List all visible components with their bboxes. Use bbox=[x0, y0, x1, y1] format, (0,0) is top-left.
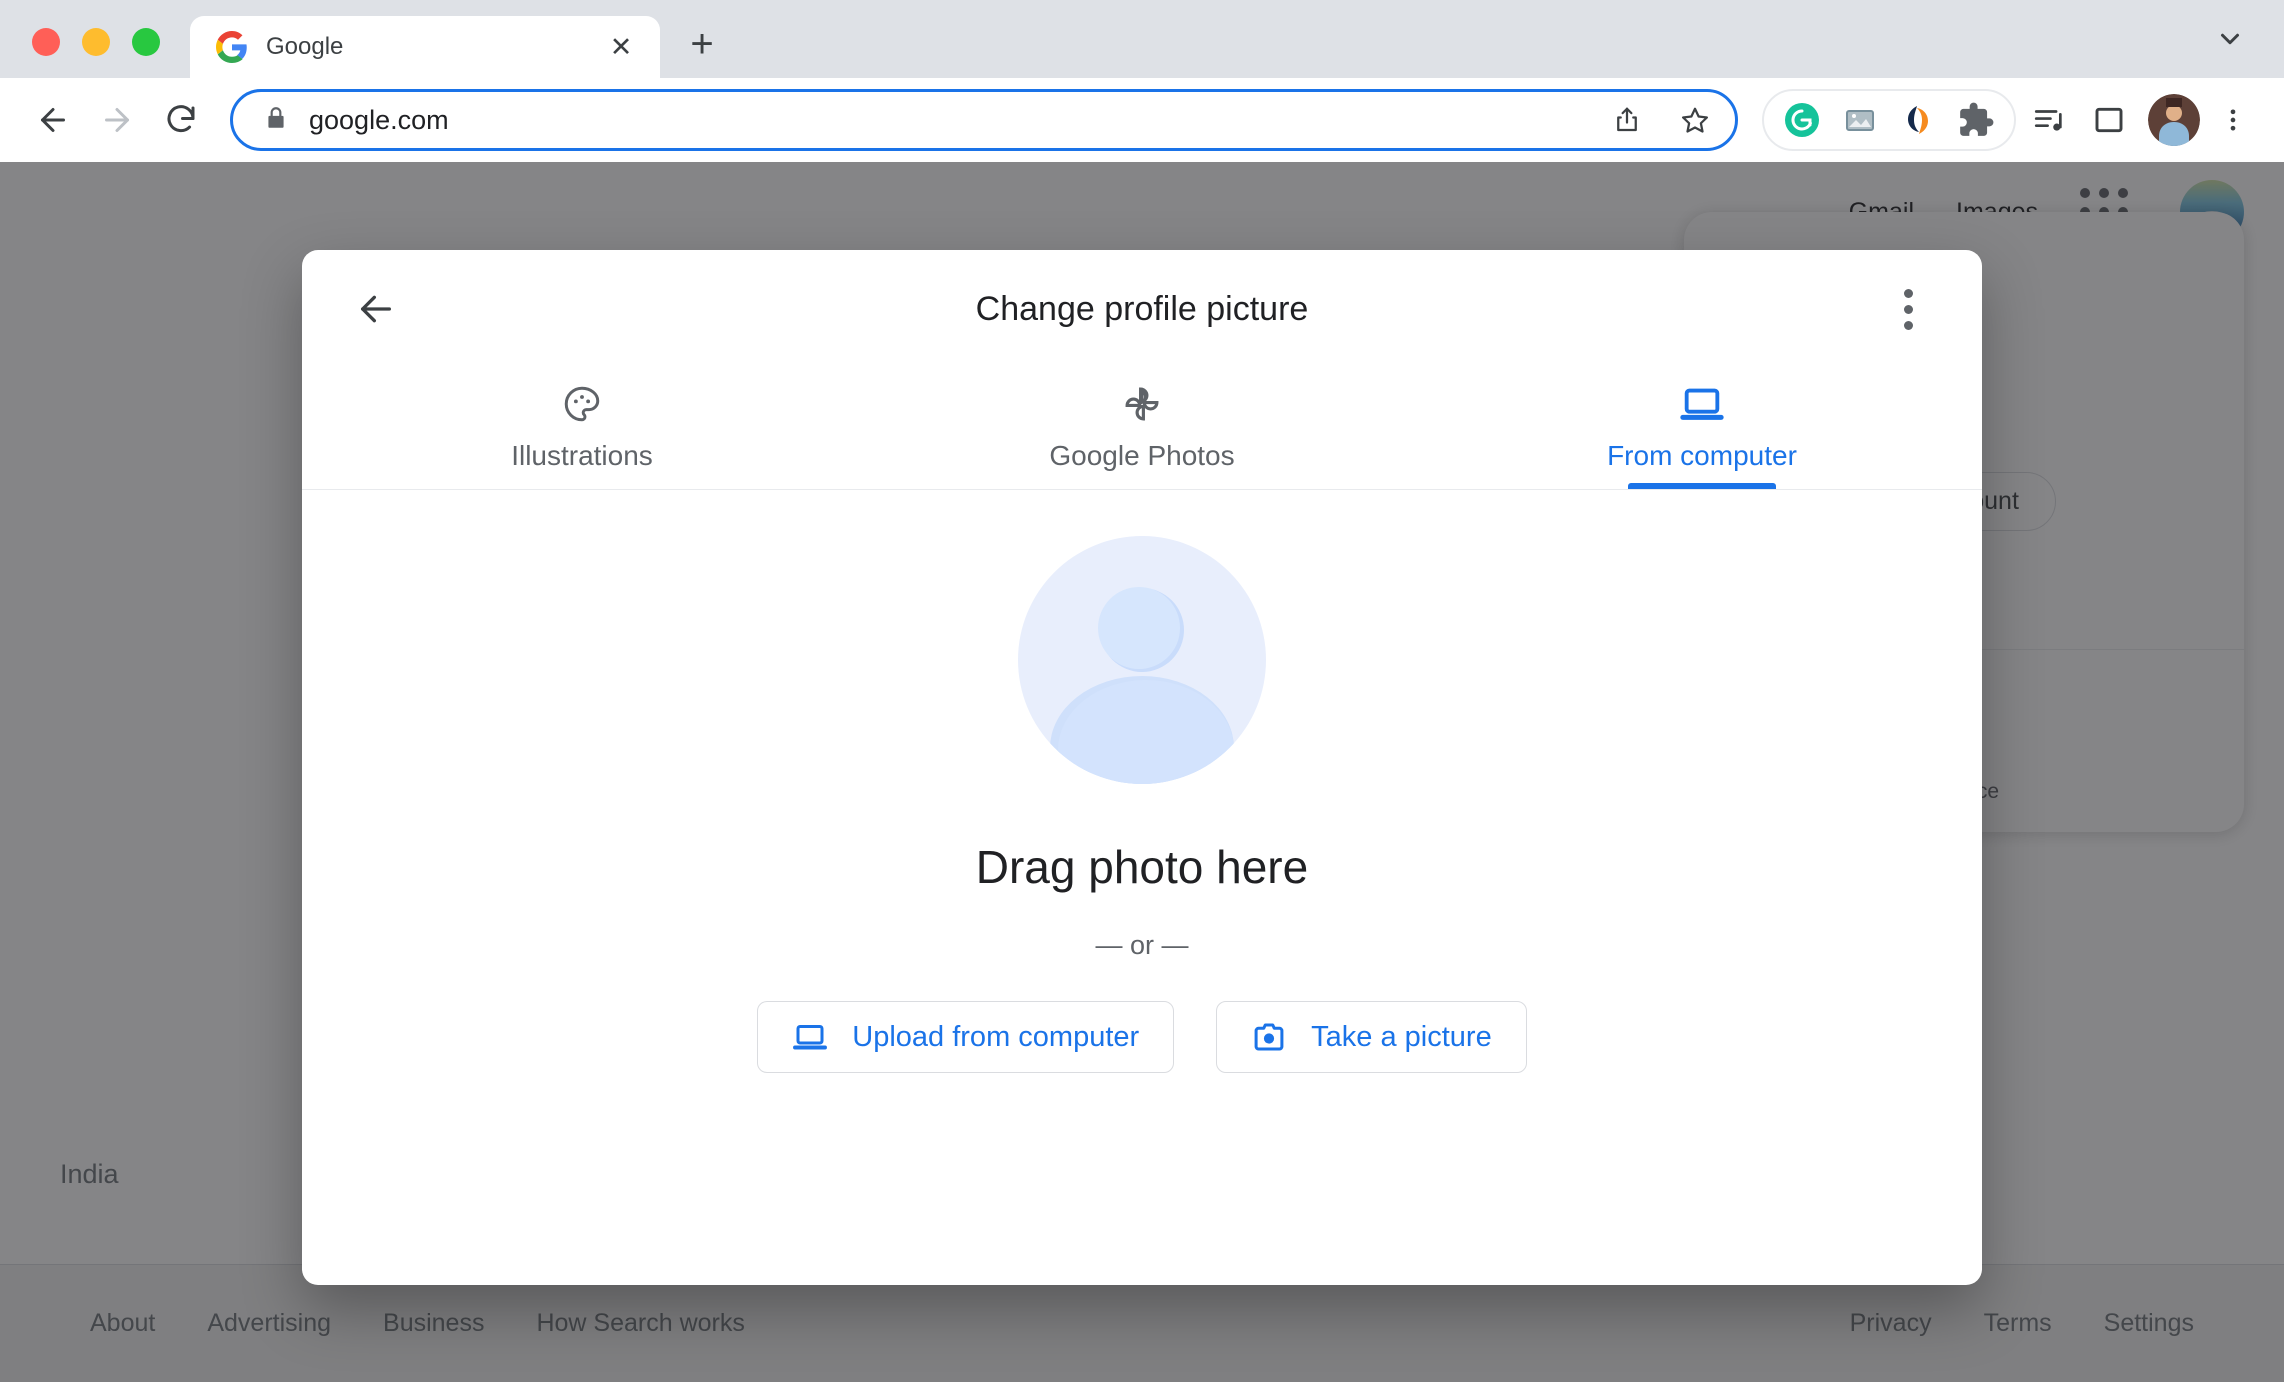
laptop-icon bbox=[792, 1019, 828, 1055]
browser-tab[interactable]: Google ✕ bbox=[190, 16, 660, 78]
google-favicon-icon bbox=[216, 31, 248, 63]
profile-avatar[interactable] bbox=[2148, 94, 2200, 146]
media-controls-icon[interactable] bbox=[2022, 93, 2076, 147]
pinwheel-icon bbox=[1121, 380, 1163, 428]
dialog-header: Change profile picture bbox=[302, 250, 1982, 368]
palette-icon bbox=[561, 380, 603, 428]
change-profile-picture-dialog: Change profile picture Illustrations Goo… bbox=[302, 250, 1982, 1285]
tab-label-google-photos: Google Photos bbox=[1049, 440, 1235, 471]
or-separator-text: — or — bbox=[1095, 930, 1189, 960]
tab-from-computer[interactable]: From computer bbox=[1422, 368, 1982, 489]
puzzle-icon[interactable] bbox=[1952, 96, 2000, 144]
reload-button-icon[interactable] bbox=[152, 91, 210, 149]
close-window-button[interactable] bbox=[32, 28, 60, 56]
bookmark-star-icon[interactable] bbox=[1671, 96, 1719, 144]
browser-toolbar bbox=[0, 78, 2284, 162]
minimize-window-button[interactable] bbox=[82, 28, 110, 56]
dialog-body[interactable]: Drag photo here — or — Upload from compu… bbox=[302, 490, 1982, 1285]
window-controls bbox=[0, 28, 190, 78]
browser-window: Google ✕ + google.com Change profile pic… bbox=[0, 0, 2284, 1382]
extensions-pill bbox=[1762, 89, 2016, 151]
new-tab-button[interactable]: + bbox=[676, 18, 728, 70]
upload-from-computer-button[interactable]: Upload from computer bbox=[757, 1001, 1175, 1073]
tab-illustrations[interactable]: Illustrations bbox=[302, 368, 862, 489]
tab-google-photos[interactable]: Google Photos bbox=[862, 368, 1422, 489]
lock-icon bbox=[263, 105, 289, 136]
maximize-window-button[interactable] bbox=[132, 28, 160, 56]
three-dot-menu-icon[interactable] bbox=[2206, 93, 2260, 147]
grammarly-icon[interactable] bbox=[1778, 96, 1826, 144]
dialog-title: Change profile picture bbox=[975, 289, 1309, 328]
forward-button-icon[interactable] bbox=[88, 91, 146, 149]
dialog-actions: Upload from computer Take a picture bbox=[757, 1001, 1527, 1073]
tab-strip: Google ✕ + bbox=[0, 0, 2284, 78]
url-input[interactable] bbox=[309, 104, 1583, 136]
share-icon[interactable] bbox=[1603, 96, 1651, 144]
similarweb-icon[interactable] bbox=[1894, 96, 1942, 144]
side-panel-icon[interactable] bbox=[2082, 93, 2136, 147]
tab-title: Google bbox=[266, 33, 344, 60]
more-options-icon[interactable] bbox=[1878, 279, 1938, 339]
back-arrow-icon[interactable] bbox=[346, 279, 406, 339]
tab-search-chevron-down-icon[interactable] bbox=[2204, 16, 2256, 62]
drag-photo-text: Drag photo here bbox=[975, 841, 1309, 893]
close-tab-button[interactable]: ✕ bbox=[604, 30, 638, 64]
camera-icon bbox=[1251, 1019, 1287, 1055]
tab-label-from-computer: From computer bbox=[1607, 440, 1797, 471]
page-content: Gmail Images e Account Service India Abo… bbox=[0, 162, 2284, 1382]
take-a-picture-button[interactable]: Take a picture bbox=[1216, 1001, 1527, 1073]
screenshot-icon[interactable] bbox=[1836, 96, 1884, 144]
back-button-icon[interactable] bbox=[24, 91, 82, 149]
upload-button-label: Upload from computer bbox=[852, 1020, 1140, 1053]
laptop-icon bbox=[1679, 380, 1725, 428]
take-picture-button-label: Take a picture bbox=[1311, 1020, 1492, 1053]
address-bar[interactable] bbox=[230, 89, 1738, 151]
tab-label-illustrations: Illustrations bbox=[511, 440, 653, 471]
placeholder-avatar-illustration bbox=[1018, 536, 1266, 784]
dialog-tabs: Illustrations Google Photos From compute… bbox=[302, 368, 1982, 490]
